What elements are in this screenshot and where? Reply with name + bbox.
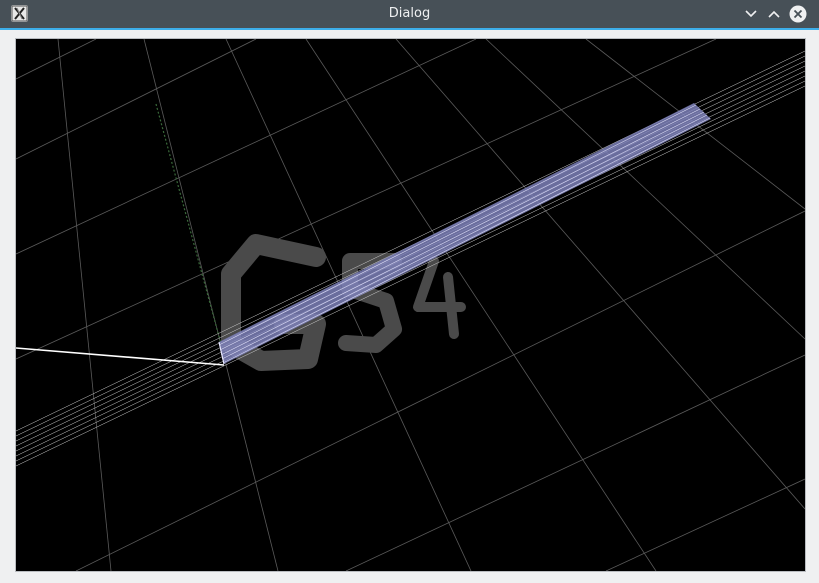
maximize-button[interactable] bbox=[765, 5, 783, 23]
title-bar[interactable]: Dialog bbox=[0, 0, 819, 28]
window-title: Dialog bbox=[388, 6, 431, 21]
close-button[interactable] bbox=[789, 5, 807, 23]
close-circle-icon bbox=[789, 5, 807, 23]
chevron-up-icon bbox=[768, 10, 780, 18]
scene-canvas bbox=[16, 39, 805, 571]
3d-viewer[interactable] bbox=[15, 38, 806, 572]
minimize-button[interactable] bbox=[742, 5, 760, 23]
dialog-window: Dialog bbox=[0, 0, 819, 583]
chevron-down-icon bbox=[745, 10, 757, 18]
titlebar-accent-line bbox=[0, 28, 819, 30]
